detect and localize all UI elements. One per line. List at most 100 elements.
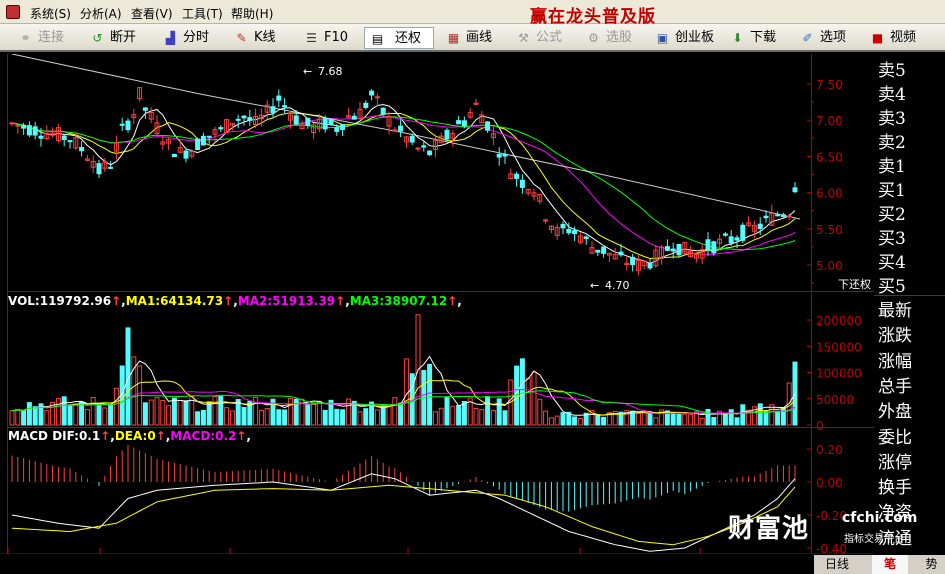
gem-board-button[interactable]: ▣ 创业板 [655, 27, 719, 49]
quote-side-panel: 卖5 卖4 卖3 卖2 卖1 买1 买2 买3 买4 买5 最新 涨跌 涨幅 总手 外盘 委比 涨停 换手 净资 流通 [874, 54, 945, 554]
candle-down [763, 215, 769, 219]
volume-bar-down [705, 408, 711, 426]
options-button[interactable]: ✐ 选项 [800, 27, 854, 49]
kline-chart-area[interactable]: 7.50 7.00 6.50 6.00 5.50 5.00 7.68 ← 4.70 ← 下… [0, 54, 874, 554]
disconnect-button[interactable]: ↺ 断开 [90, 27, 144, 49]
candle-down [676, 243, 682, 256]
volume-bar-down [61, 396, 67, 426]
ma2-value: 51913.39 [272, 294, 335, 308]
gem-board-icon: ▣ [656, 31, 669, 45]
stat-label: 换手 [878, 478, 912, 499]
ma2-label: MA2: [238, 294, 272, 308]
download-button[interactable]: ⬇ 下载 [730, 27, 784, 49]
dea-arrow: ↑ [156, 429, 166, 443]
video-button[interactable]: ■ 视频 [870, 27, 926, 49]
quote-label: 卖3 [878, 109, 906, 129]
candle-down [380, 107, 386, 115]
candle-down [218, 127, 224, 130]
volume-bar-down [282, 409, 288, 426]
quote-label: 买4 [878, 253, 906, 273]
adjust-rights-label[interactable]: 下还权 [838, 278, 871, 291]
ma1-arrow: ↑ [223, 294, 233, 308]
menu-view[interactable]: 查看(V) [131, 5, 173, 22]
macd-header: MACD DIF:0.1↑,DEA:0↑,MACD:0.2↑, [8, 429, 251, 443]
stock-picker-button[interactable]: ⚙ 选股 [586, 27, 640, 49]
stat-label: 涨停 [878, 452, 912, 473]
stat-label: 委比 [878, 427, 912, 448]
volume-bar-down [722, 413, 728, 426]
dif-label: DIF: [52, 429, 79, 443]
volume-bar-down [398, 402, 404, 426]
tab-trend[interactable]: 势 [918, 555, 945, 574]
candle-down [722, 233, 728, 236]
candle-down [276, 95, 282, 101]
macd-name: MACD [8, 429, 48, 443]
formula-button[interactable]: ⚒ 公式 [516, 27, 570, 49]
restore-rights-icon: ▤ [371, 32, 384, 46]
candle-up [786, 215, 792, 218]
menu-help[interactable]: 帮助(H) [231, 5, 273, 22]
stat-label: 总手 [878, 376, 912, 397]
price-tick-label: 5.00 [816, 259, 843, 273]
candle-down [67, 140, 73, 143]
draw-line-button[interactable]: ▦ 画线 [446, 27, 500, 49]
macd-tick-label: 0.20 [816, 443, 843, 457]
app-logo-icon[interactable] [6, 5, 20, 19]
stock-picker-icon: ⚙ [588, 31, 599, 45]
volume-bar-down [200, 409, 206, 426]
candlestick-icon: ✎ [236, 31, 247, 45]
volume-bar-down [670, 412, 676, 426]
stat-label: 涨幅 [878, 351, 912, 372]
candle-down [572, 230, 578, 235]
ma3-value: 38907.12 [384, 294, 447, 308]
tab-stroke[interactable]: 笔 [872, 555, 908, 574]
volume-bar-down [780, 407, 786, 426]
f10-button[interactable]: ☰ F10 [304, 27, 358, 49]
volume-bar-down [241, 406, 247, 426]
tab-daily[interactable]: 日线 [814, 555, 860, 574]
timeshare-chart-icon: ▟ [165, 31, 176, 45]
candle-down [171, 153, 177, 158]
macd-tick-label: 0.00 [816, 476, 843, 490]
candle-down [38, 135, 44, 139]
menu-tools[interactable]: 工具(T) [182, 5, 223, 22]
candle-down [26, 125, 32, 136]
watermark-domain: cfchi.com [842, 510, 918, 526]
connect-button[interactable]: ⚭ 连接 [18, 27, 72, 49]
quote-label: 卖4 [878, 85, 906, 105]
candle-up [415, 147, 421, 150]
volume-bar-down [601, 416, 607, 426]
timeshare-button[interactable]: ▟ 分时 [163, 27, 217, 49]
svg-text:VOL:119792.96↑,MA1:64134.73↑,M: VOL:119792.96↑,MA1:64134.73↑,MA2:51913.3… [8, 294, 462, 308]
ma3-label: MA3: [350, 294, 384, 308]
restore-rights-button[interactable]: ▤ 还权 [364, 27, 434, 49]
dea-label: DEA: [115, 429, 147, 443]
candle-down [21, 124, 27, 129]
side-panel-divider [874, 295, 945, 296]
quote-label: 卖1 [878, 157, 906, 177]
macd-arrow: ↑ [236, 429, 246, 443]
candle-down [334, 127, 340, 132]
menu-analysis[interactable]: 分析(A) [80, 5, 122, 22]
volume-tick-label: 200000 [816, 314, 862, 328]
candle-down [241, 115, 247, 119]
volume-bar-down [792, 361, 798, 426]
options-icon: ✐ [802, 31, 813, 45]
high-price-arrow: ← [303, 65, 312, 78]
ma3-arrow: ↑ [447, 294, 457, 308]
volume-bar-down [485, 396, 491, 426]
ma1-value: 64134.73 [160, 294, 223, 308]
volume-bar-down [595, 415, 601, 426]
volume-bar-down [560, 412, 566, 426]
candle-down [444, 129, 450, 140]
kline-button[interactable]: ✎ K线 [234, 27, 288, 49]
candle-down [293, 115, 299, 125]
menu-system[interactable]: 系统(S) [30, 5, 71, 22]
volume-bar-down [502, 410, 508, 426]
low-price-arrow: ← [590, 279, 599, 292]
candle-down [247, 117, 253, 121]
candle-down [780, 214, 786, 217]
candle-down [647, 262, 653, 269]
volume-bar-down [183, 400, 189, 426]
vol-arrow: ↑ [111, 294, 121, 308]
